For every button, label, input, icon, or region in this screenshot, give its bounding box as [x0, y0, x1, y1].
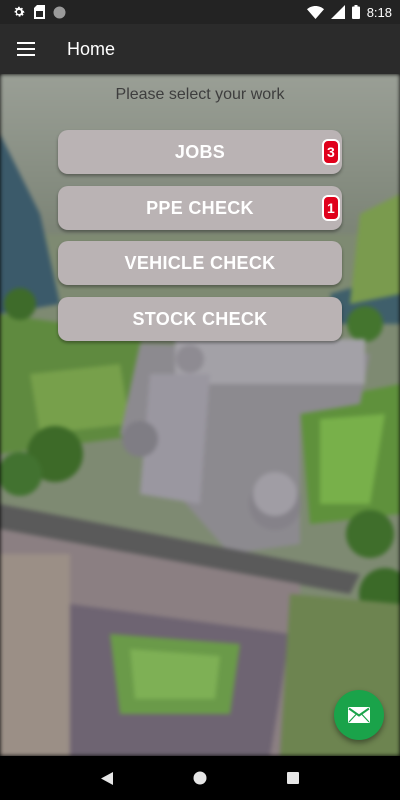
battery-icon	[351, 5, 360, 19]
vehicle-check-button-label: VEHICLE CHECK	[124, 252, 276, 273]
stock-check-button-label: STOCK CHECK	[132, 308, 268, 329]
hamburger-menu-icon[interactable]	[0, 24, 52, 74]
back-icon[interactable]	[87, 758, 127, 798]
vehicle-check-button[interactable]: VEHICLE CHECK	[58, 241, 342, 285]
ppe-check-button[interactable]: PPE CHECK 1	[58, 186, 342, 230]
email-fab-button[interactable]	[334, 690, 384, 740]
jobs-button[interactable]: JOBS 3	[58, 130, 342, 174]
status-bar: 8:18	[0, 0, 400, 24]
page-title: Home	[67, 38, 116, 59]
email-icon	[348, 707, 370, 723]
recents-icon[interactable]	[273, 758, 313, 798]
signal-icon	[330, 5, 345, 19]
wifi-icon	[306, 5, 324, 19]
ppe-check-button-label: PPE CHECK	[146, 197, 254, 218]
background-aerial-image	[0, 74, 400, 756]
navigation-bar	[0, 756, 400, 800]
gear-icon	[12, 5, 26, 19]
jobs-button-label: JOBS	[174, 141, 226, 162]
work-prompt: Please select your work	[115, 86, 285, 103]
clock-time: 8:18	[366, 4, 392, 20]
stock-check-button[interactable]: STOCK CHECK	[58, 297, 342, 341]
app-bar: Home	[0, 24, 400, 74]
jobs-count-badge: 3	[322, 139, 340, 165]
home-icon[interactable]	[180, 758, 220, 798]
sim-card-icon	[34, 5, 45, 19]
ppe-check-count-badge: 1	[322, 195, 340, 221]
circle-icon	[53, 6, 66, 19]
